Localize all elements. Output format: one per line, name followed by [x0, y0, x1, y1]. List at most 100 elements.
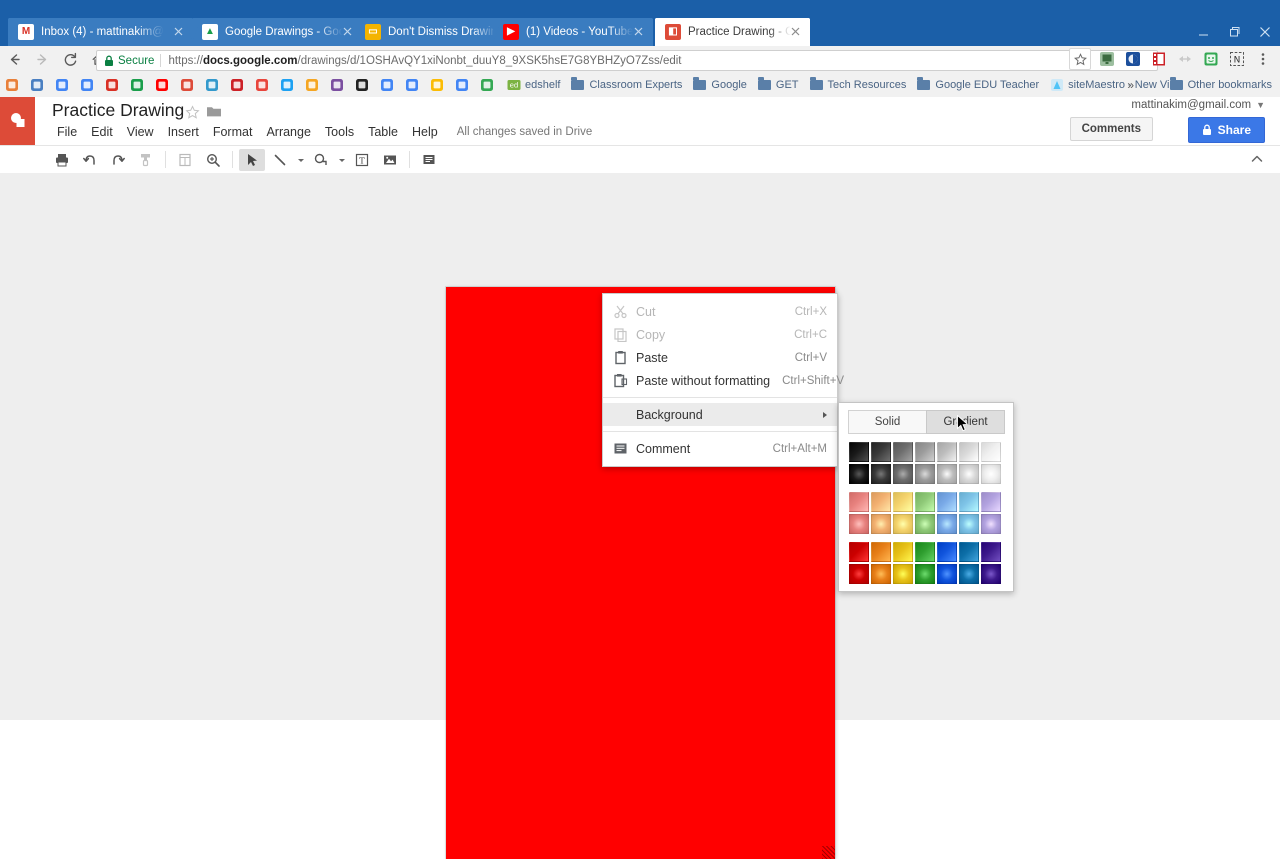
bookmark-item[interactable] — [427, 75, 450, 94]
gradient-swatch[interactable] — [959, 464, 979, 484]
extension-green-icon[interactable] — [1097, 49, 1117, 69]
gradient-swatch[interactable] — [871, 464, 891, 484]
context-menu-item[interactable]: Copy Ctrl+C — [603, 323, 837, 346]
context-menu-item[interactable]: Paste without formatting Ctrl+Shift+V — [603, 369, 844, 392]
bookmark-item[interactable] — [327, 75, 350, 94]
gradient-swatch[interactable] — [849, 514, 869, 534]
forward-button[interactable] — [28, 46, 56, 72]
gradient-swatch[interactable] — [981, 542, 1001, 562]
gradient-swatch[interactable] — [871, 542, 891, 562]
gradient-swatch[interactable] — [893, 492, 913, 512]
gradient-swatch[interactable] — [937, 514, 957, 534]
bookmark-item[interactable] — [277, 75, 300, 94]
comments-button[interactable]: Comments — [1069, 117, 1153, 141]
tab-close-icon[interactable] — [172, 25, 185, 38]
gradient-swatch[interactable] — [959, 492, 979, 512]
bookmark-item[interactable] — [402, 75, 425, 94]
browser-tab[interactable]: ◧ Practice Drawing - Googl — [655, 18, 810, 46]
gradient-swatch[interactable] — [959, 514, 979, 534]
context-menu-item[interactable]: Cut Ctrl+X — [603, 300, 837, 323]
gradient-swatch[interactable] — [893, 464, 913, 484]
gradient-swatch[interactable] — [849, 464, 869, 484]
bookmark-star-icon[interactable] — [1069, 48, 1091, 70]
line-icon[interactable] — [267, 149, 293, 171]
extension-n-icon[interactable]: N — [1227, 49, 1247, 69]
gradient-swatch[interactable] — [893, 564, 913, 584]
canvas-resize-handle[interactable] — [822, 846, 835, 859]
bookmark-item[interactable] — [377, 75, 400, 94]
gradient-swatch[interactable] — [849, 492, 869, 512]
gradient-swatch[interactable] — [915, 542, 935, 562]
text-box-icon[interactable]: T — [349, 149, 375, 171]
context-menu-item[interactable]: Comment Ctrl+Alt+M — [603, 437, 837, 460]
menu-item-file[interactable]: File — [50, 122, 84, 142]
bookmark-item[interactable] — [202, 75, 225, 94]
line-dropdown-icon[interactable] — [295, 149, 306, 171]
account-email[interactable]: mattinakim@gmail.com ▼ — [1131, 99, 1265, 111]
bookmark-item[interactable]: Google — [688, 75, 750, 94]
extension-note-icon[interactable] — [1201, 49, 1221, 69]
menu-item-view[interactable]: View — [120, 122, 161, 142]
menu-item-table[interactable]: Table — [361, 122, 405, 142]
menu-item-insert[interactable]: Insert — [161, 122, 206, 142]
bookmark-item[interactable]: Classroom Experts — [566, 75, 686, 94]
context-menu-item[interactable]: Background — [603, 403, 837, 426]
gradient-swatch[interactable] — [937, 442, 957, 462]
bookmark-item[interactable] — [127, 75, 150, 94]
bookmark-item[interactable] — [252, 75, 275, 94]
gradient-swatch[interactable] — [981, 492, 1001, 512]
chrome-menu-icon[interactable] — [1253, 49, 1273, 69]
bookmark-item[interactable] — [452, 75, 475, 94]
shape-icon[interactable] — [308, 149, 334, 171]
reload-button[interactable] — [56, 46, 84, 72]
move-to-folder-icon[interactable] — [206, 104, 222, 118]
picker-tab-solid[interactable]: Solid — [848, 410, 927, 434]
bookmarks-overflow-button[interactable]: » — [1121, 78, 1140, 92]
maximize-button[interactable] — [1220, 18, 1248, 46]
document-title[interactable]: Practice Drawing — [52, 100, 184, 121]
picker-tab-gradient[interactable]: Gradient — [926, 410, 1005, 434]
close-button[interactable] — [1251, 18, 1279, 46]
bookmark-item[interactable] — [177, 75, 200, 94]
menu-item-format[interactable]: Format — [206, 122, 260, 142]
gradient-swatch[interactable] — [937, 564, 957, 584]
bookmark-item[interactable] — [2, 75, 25, 94]
address-bar[interactable]: Secure https://docs.google.com/drawings/… — [96, 50, 1158, 71]
bookmark-item[interactable] — [27, 75, 50, 94]
extension-gray-icon[interactable] — [1175, 49, 1195, 69]
gradient-swatch[interactable] — [849, 442, 869, 462]
bookmark-item[interactable] — [302, 75, 325, 94]
gradient-swatch[interactable] — [871, 492, 891, 512]
shape-dropdown-icon[interactable] — [336, 149, 347, 171]
comment-icon[interactable] — [416, 149, 442, 171]
select-arrow-icon[interactable] — [239, 148, 265, 171]
gradient-swatch[interactable] — [871, 564, 891, 584]
extension-blue-icon[interactable] — [1123, 49, 1143, 69]
minimize-button[interactable] — [1189, 18, 1217, 46]
menu-item-tools[interactable]: Tools — [318, 122, 361, 142]
extension-film-icon[interactable] — [1149, 49, 1169, 69]
tab-close-icon[interactable] — [632, 25, 645, 38]
fit-to-page-icon[interactable] — [172, 149, 198, 171]
gradient-swatch[interactable] — [915, 514, 935, 534]
bookmark-item[interactable] — [52, 75, 75, 94]
back-button[interactable] — [0, 46, 28, 72]
gradient-swatch[interactable] — [937, 492, 957, 512]
bookmark-item[interactable]: ed edshelf — [502, 75, 564, 94]
image-icon[interactable] — [377, 149, 403, 171]
menu-item-arrange[interactable]: Arrange — [259, 122, 317, 142]
gradient-swatch[interactable] — [937, 464, 957, 484]
gradient-swatch[interactable] — [959, 442, 979, 462]
print-icon[interactable] — [49, 149, 75, 171]
gradient-swatch[interactable] — [981, 464, 1001, 484]
gradient-swatch[interactable] — [915, 492, 935, 512]
gradient-swatch[interactable] — [959, 564, 979, 584]
tab-close-icon[interactable] — [789, 25, 802, 38]
gradient-swatch[interactable] — [959, 542, 979, 562]
bookmark-item[interactable] — [102, 75, 125, 94]
gradient-swatch[interactable] — [915, 464, 935, 484]
bookmark-item[interactable]: GET — [753, 75, 803, 94]
gradient-swatch[interactable] — [893, 542, 913, 562]
gradient-swatch[interactable] — [915, 442, 935, 462]
gradient-swatch[interactable] — [893, 514, 913, 534]
